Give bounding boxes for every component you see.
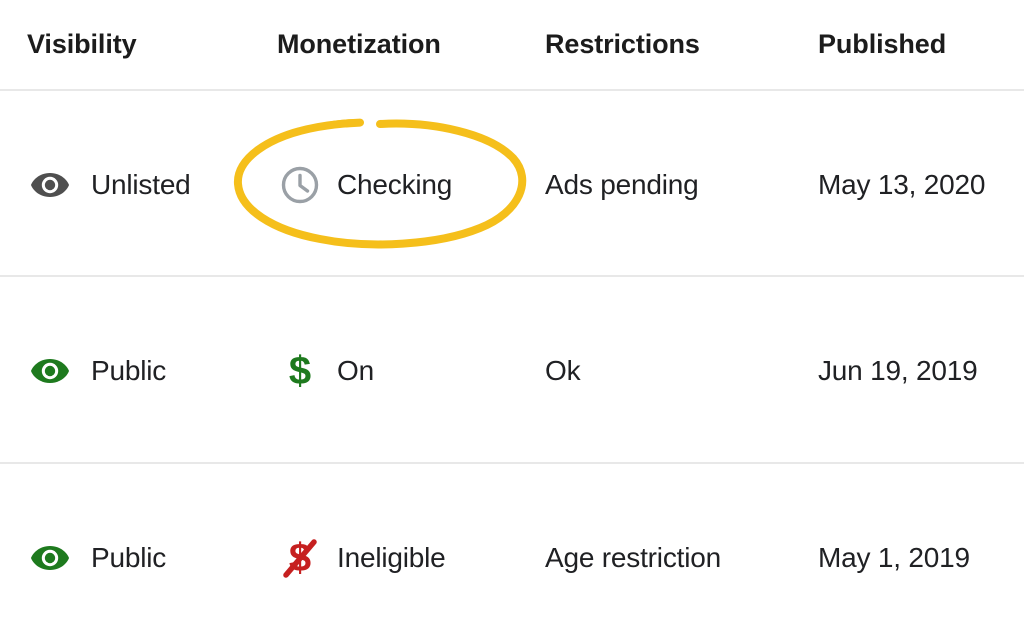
monetization-label: Ineligible [337, 541, 446, 573]
column-header-restrictions[interactable]: Restrictions [545, 0, 700, 89]
cell-published[interactable]: May 1, 2019 [818, 464, 970, 629]
cell-visibility[interactable]: Public [27, 464, 166, 629]
cell-monetization[interactable]: Checking [277, 91, 452, 278]
published-label: May 13, 2020 [818, 168, 986, 200]
visibility-label: Unlisted [91, 168, 191, 200]
cell-restrictions[interactable]: Age restriction [545, 464, 721, 629]
eye-icon [27, 165, 73, 205]
monetization-label: On [337, 354, 374, 386]
svg-text:$: $ [289, 349, 311, 393]
column-header-monetization[interactable]: Monetization [277, 0, 441, 89]
restrictions-label: Age restriction [545, 541, 721, 573]
column-header-visibility[interactable]: Visibility [27, 0, 137, 89]
cell-restrictions[interactable]: Ok [545, 277, 581, 464]
monetization-label: Checking [337, 168, 453, 200]
table-row[interactable]: Public $ On Ok Jun 19, 2019 [0, 277, 1024, 464]
video-status-table: Visibility Monetization Restrictions Pub… [0, 0, 1024, 629]
clock-icon [277, 165, 323, 205]
cell-published[interactable]: Jun 19, 2019 [818, 277, 978, 464]
restrictions-label: Ok [545, 354, 581, 386]
column-header-published[interactable]: Published [818, 0, 946, 89]
published-label: May 1, 2019 [818, 541, 970, 573]
eye-icon [27, 351, 73, 391]
column-header-label: Visibility [27, 29, 137, 59]
video-list-table-screen: Visibility Monetization Restrictions Pub… [0, 0, 1024, 629]
dollar-sign-slashed-icon: $ [277, 536, 323, 580]
visibility-label: Public [91, 354, 167, 386]
column-header-label: Restrictions [545, 29, 700, 59]
published-label: Jun 19, 2019 [818, 354, 978, 386]
column-header-label: Published [818, 29, 947, 59]
visibility-label: Public [91, 541, 167, 573]
cell-visibility[interactable]: Public [27, 277, 166, 464]
restrictions-label: Ads pending [545, 168, 699, 200]
table-row[interactable]: Unlisted Checking Ads pending May 13, 20… [0, 91, 1024, 278]
cell-restrictions[interactable]: Ads pending [545, 91, 699, 278]
cell-monetization[interactable]: $ Ineligible [277, 464, 446, 629]
dollar-sign-icon: $ [277, 349, 323, 393]
column-header-label: Monetization [277, 29, 441, 59]
table-row[interactable]: Public $ Ineligible Age restriction May … [0, 464, 1024, 629]
table-header-row: Visibility Monetization Restrictions Pub… [0, 0, 1024, 89]
cell-visibility[interactable]: Unlisted [27, 91, 191, 278]
cell-monetization[interactable]: $ On [277, 277, 374, 464]
cell-published[interactable]: May 13, 2020 [818, 91, 985, 278]
eye-icon [27, 538, 73, 578]
